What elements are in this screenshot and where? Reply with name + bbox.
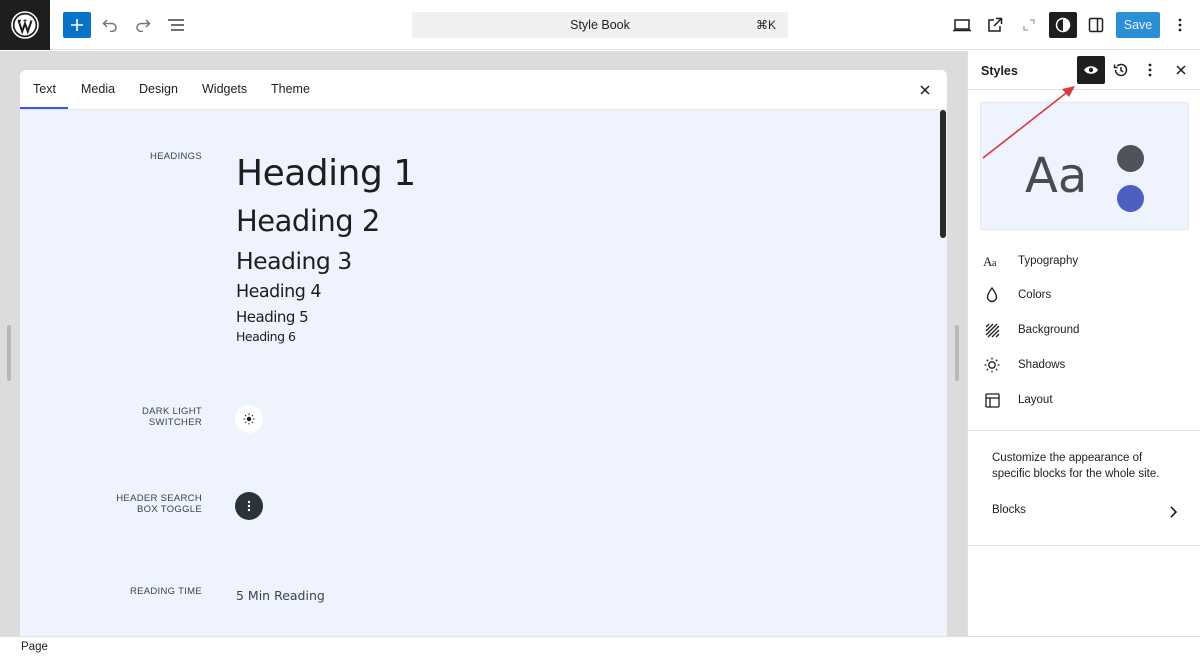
dark-light-switcher[interactable]	[235, 405, 263, 433]
heading-2-sample[interactable]: Heading 2	[236, 204, 380, 238]
command-shortcut: ⌘K	[755, 18, 776, 32]
typography-icon: Aa	[981, 250, 1003, 272]
sidebar-item-label: Typography	[1018, 255, 1079, 267]
eye-icon	[1084, 66, 1098, 74]
tab-widgets[interactable]: Widgets	[202, 82, 247, 96]
heading-4-sample[interactable]: Heading 4	[236, 282, 322, 302]
reading-time-value: 5 Min Reading	[236, 588, 325, 603]
wordpress-logo-icon[interactable]	[0, 0, 50, 50]
close-icon	[1176, 65, 1186, 75]
sidebar-item-blocks[interactable]: Blocks	[992, 504, 1177, 524]
sidebar-item-layout[interactable]: Layout	[981, 388, 1191, 412]
droplet-icon	[981, 284, 1003, 306]
plus-icon	[71, 19, 83, 31]
sidebar-divider	[968, 430, 1200, 431]
heading-1-sample[interactable]: Heading 1	[236, 153, 416, 194]
heading-3-sample[interactable]: Heading 3	[236, 247, 352, 275]
sidebar-item-label: Background	[1018, 324, 1080, 336]
undo-icon	[102, 19, 117, 32]
tab-media[interactable]: Media	[81, 82, 115, 96]
background-icon	[981, 319, 1003, 341]
desktop-icon	[953, 19, 971, 32]
settings-button[interactable]	[1082, 12, 1110, 38]
close-icon	[920, 85, 930, 95]
document-title: Style Book	[570, 18, 630, 32]
close-sidebar-button[interactable]	[1167, 56, 1195, 84]
style-book-tabs: Text Media Design Widgets Theme	[20, 70, 947, 110]
styles-sidebar: Styles Aa A a Typography Colors Backgrou…	[967, 51, 1200, 636]
sidebar-item-label: Colors	[1018, 289, 1052, 301]
close-style-book-button[interactable]	[917, 82, 933, 98]
header-search-label: HEADER SEARCH BOX TOGGLE	[116, 493, 202, 515]
revisions-icon	[1113, 63, 1128, 77]
layout-icon	[981, 389, 1003, 411]
preview-color-primary	[1117, 145, 1144, 172]
dark-light-switcher-label: DARK LIGHT SWITCHER	[142, 406, 202, 428]
breadcrumb-item-page[interactable]: Page	[21, 641, 48, 653]
list-view-button[interactable]	[162, 12, 190, 38]
undo-button[interactable]	[96, 12, 124, 38]
zoom-out-button[interactable]	[1015, 12, 1043, 38]
tab-design[interactable]: Design	[139, 82, 178, 96]
resize-handle-left[interactable]	[7, 325, 11, 381]
tab-theme[interactable]: Theme	[271, 82, 310, 96]
resize-handle-right[interactable]	[955, 325, 959, 381]
style-book-toggle-button[interactable]	[1077, 56, 1105, 84]
dark-light-switcher-label-line-1: DARK LIGHT	[141, 406, 202, 417]
preview-typography-sample: Aa	[1025, 148, 1088, 204]
revisions-button[interactable]	[1107, 56, 1135, 84]
header-search-toggle[interactable]	[235, 492, 263, 520]
redo-icon	[136, 19, 151, 32]
chevron-right-icon	[1170, 506, 1177, 518]
styles-preview[interactable]: Aa	[980, 102, 1189, 230]
command-palette-button[interactable]: Style Book ⌘K	[412, 12, 788, 38]
breadcrumb: Page	[0, 636, 1200, 657]
styles-options-button[interactable]	[1136, 56, 1164, 84]
device-preview-button[interactable]	[948, 12, 976, 38]
sidebar-item-label: Layout	[1018, 394, 1053, 406]
svg-text:a: a	[992, 258, 997, 267]
view-site-button[interactable]	[981, 12, 1009, 38]
sun-icon	[243, 413, 255, 425]
sidebar-item-label: Shadows	[1018, 359, 1066, 371]
more-vertical-icon	[1178, 18, 1182, 32]
preview-color-secondary	[1117, 185, 1144, 212]
add-block-button[interactable]	[63, 12, 91, 38]
styles-button[interactable]	[1049, 12, 1077, 38]
sidebar-icon	[1088, 17, 1104, 33]
styles-sidebar-header: Styles	[968, 51, 1200, 90]
sidebar-item-background[interactable]: Background	[981, 318, 1191, 342]
shadow-icon	[981, 354, 1003, 376]
sidebar-divider	[968, 545, 1200, 546]
options-button[interactable]	[1166, 12, 1194, 38]
more-vertical-icon	[1148, 63, 1152, 77]
contrast-icon	[1055, 17, 1071, 33]
sidebar-item-shadows[interactable]: Shadows	[981, 353, 1191, 377]
style-book-content: HEADINGS Heading 1 Heading 2 Heading 3 H…	[20, 110, 947, 636]
tab-text[interactable]: Text	[33, 82, 56, 96]
dark-light-switcher-label-line-2: SWITCHER	[148, 417, 202, 428]
editor-header: Style Book ⌘K Save	[0, 0, 1200, 50]
heading-5-sample[interactable]: Heading 5	[236, 308, 309, 326]
header-search-label-line-2: BOX TOGGLE	[137, 504, 202, 515]
save-button[interactable]: Save	[1116, 12, 1160, 38]
redo-button[interactable]	[129, 12, 157, 38]
more-vertical-icon	[247, 500, 251, 512]
active-tab-indicator	[20, 107, 68, 109]
external-link-icon	[988, 17, 1003, 32]
blocks-label: Blocks	[992, 504, 1026, 516]
zoom-out-icon	[1023, 19, 1035, 31]
reading-time-label: READING TIME	[129, 586, 202, 597]
sidebar-item-typography[interactable]: Aa Typography	[981, 249, 1191, 273]
heading-6-sample[interactable]: Heading 6	[236, 329, 296, 344]
list-view-icon	[168, 19, 184, 31]
blocks-description: Customize the appearance of specific blo…	[992, 452, 1160, 480]
style-book-scrollbar[interactable]	[940, 110, 946, 238]
header-search-label-line-1: HEADER SEARCH	[116, 493, 202, 504]
style-book-frame: Text Media Design Widgets Theme HEADINGS…	[20, 70, 947, 636]
sidebar-item-colors[interactable]: Colors	[981, 283, 1191, 307]
headings-label: HEADINGS	[149, 151, 202, 162]
sidebar-title: Styles	[981, 64, 1018, 78]
